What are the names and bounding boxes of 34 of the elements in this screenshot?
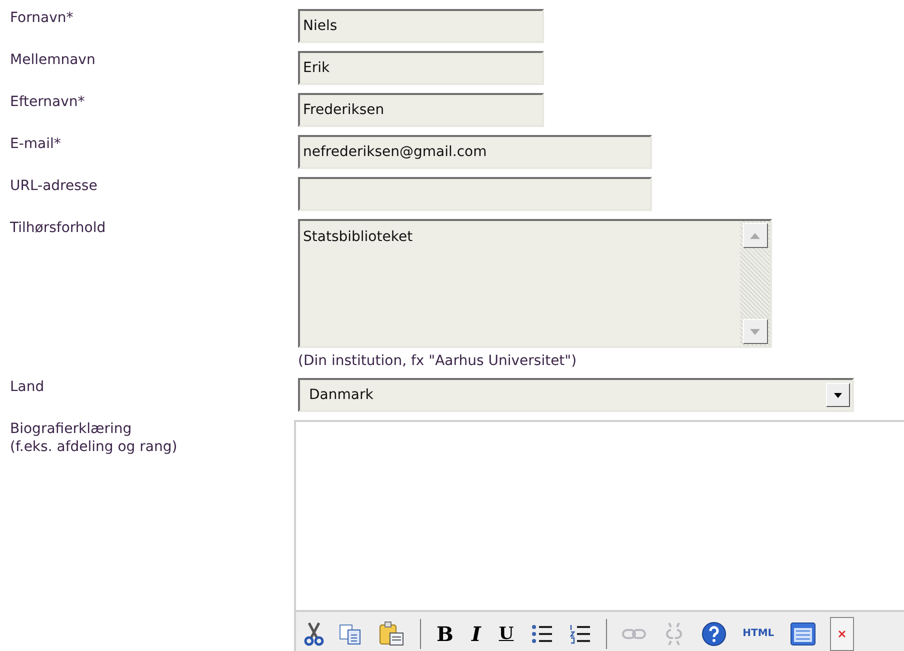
scrollbar[interactable]	[740, 221, 770, 346]
text-field[interactable]: Niels	[298, 9, 544, 43]
numbered-list-icon[interactable]	[568, 622, 592, 646]
field-label: (f.eks. afdeling og rang)	[10, 438, 178, 456]
scissors-icon[interactable]	[304, 622, 324, 646]
window-icon[interactable]	[790, 622, 816, 646]
field-label: Efternavn*	[10, 93, 86, 111]
field-label: Biografierklæring	[10, 420, 133, 438]
text-field[interactable]: nefrederiksen@gmail.com	[298, 135, 652, 169]
bullet-list-icon[interactable]	[530, 622, 554, 646]
dropdown[interactable]: Danmark	[298, 378, 854, 412]
field-label: Land	[10, 378, 46, 396]
text-field[interactable]	[298, 177, 652, 211]
format-button[interactable]: U	[496, 626, 516, 642]
field-label: Fornavn*	[10, 9, 74, 27]
text-field[interactable]: Erik	[298, 51, 544, 85]
up-arrow-icon	[750, 232, 760, 238]
field-label: Tilhørsforhold	[10, 219, 107, 237]
field-label: E-mail*	[10, 135, 62, 153]
field-label: URL-adresse	[10, 177, 98, 195]
clipboard-icon[interactable]	[378, 621, 406, 647]
format-button[interactable]: B	[434, 624, 456, 644]
text-field[interactable]: Frederiksen	[298, 93, 544, 127]
hint-text: (Din institution, fx "Aarhus Universitet")	[298, 352, 578, 370]
format-button[interactable]: I	[469, 624, 483, 644]
caret-icon	[834, 392, 842, 398]
close-icon	[837, 629, 848, 639]
format-button[interactable]: HTML	[740, 629, 776, 639]
close-button[interactable]	[830, 617, 854, 651]
text-area[interactable]: Statsbiblioteket	[298, 219, 772, 348]
rich-text-editor[interactable]: B I U HTML	[294, 420, 904, 651]
help-icon[interactable]	[700, 621, 727, 647]
field-label: Mellemnavn	[10, 51, 96, 69]
down-arrow-icon	[750, 328, 760, 334]
